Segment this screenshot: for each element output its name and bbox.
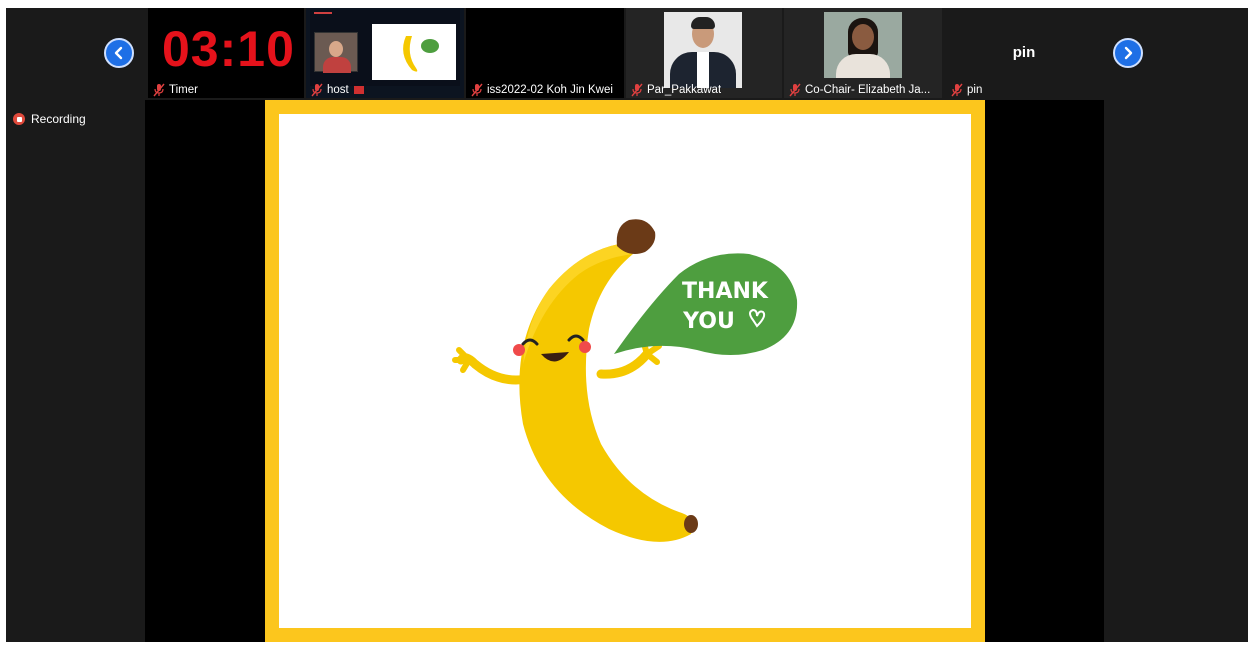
- participant-tile-timer[interactable]: 03:10 Timer: [148, 8, 304, 98]
- participant-name: Timer: [169, 84, 198, 96]
- host-shared-screen: [310, 10, 460, 86]
- host-badge: [353, 86, 364, 94]
- participant-label: Timer: [152, 83, 198, 97]
- participant-name: iss2022-02 Koh Jin Kwei: [487, 84, 613, 96]
- recording-icon: [13, 113, 25, 125]
- mic-muted-icon: [310, 83, 324, 97]
- participant-name: Par_Pakkawat: [647, 84, 722, 96]
- participant-display-name: pin: [1012, 44, 1036, 61]
- participant-tile-co-chair[interactable]: Co-Chair- Elizabeth Ja...: [784, 8, 942, 98]
- participant-label: pin: [950, 83, 982, 97]
- logo-icon: [314, 12, 332, 20]
- participant-video: [664, 12, 742, 88]
- banana-stem: [616, 219, 656, 254]
- participant-tile-pin[interactable]: pin pin: [944, 8, 1104, 98]
- participant-name: pin: [967, 84, 983, 96]
- participant-label: iss2022-02 Koh Jin Kwei: [470, 83, 613, 97]
- speech-bubble: [614, 253, 798, 355]
- banana-left-hand: [452, 347, 472, 373]
- participant-tile-koh-jin-kwei[interactable]: iss2022-02 Koh Jin Kwei: [466, 8, 624, 98]
- mic-muted-icon: [788, 83, 802, 97]
- bubble-line1: THANK: [682, 279, 769, 304]
- participant-label: Par_Pakkawat: [630, 83, 721, 97]
- mic-muted-icon: [152, 83, 166, 97]
- participant-label: Co-Chair- Elizabeth Ja...: [788, 83, 930, 97]
- banana-tip: [684, 515, 698, 533]
- slide-content: THANK YOU: [279, 114, 971, 628]
- participant-tile-pakkawat[interactable]: Par_Pakkawat: [626, 8, 782, 98]
- host-video: [314, 32, 358, 73]
- shared-screen: THANK YOU: [145, 100, 1104, 642]
- mic-muted-icon: [470, 83, 484, 97]
- participant-label: host: [310, 83, 364, 97]
- recording-label: Recording: [31, 112, 86, 126]
- mic-muted-icon: [630, 83, 644, 97]
- timer-display: 03:10: [162, 21, 295, 77]
- participant-strip: 03:10 Timer host iss2022-02 Koh Jin Kwei…: [6, 8, 1248, 100]
- participant-video: [824, 12, 902, 78]
- chevron-right-icon[interactable]: [1113, 38, 1143, 68]
- slide-thumbnail: [372, 24, 456, 80]
- banana-illustration: THANK YOU: [452, 219, 798, 542]
- chevron-right-glyph: [1124, 46, 1133, 60]
- chevron-left-glyph: [114, 46, 123, 60]
- recording-indicator[interactable]: Recording: [13, 112, 86, 126]
- participant-tile-host[interactable]: host: [306, 8, 464, 98]
- bubble-line2: YOU: [682, 309, 735, 334]
- banana-left-cheek: [513, 344, 525, 356]
- participant-name: Co-Chair- Elizabeth Ja...: [805, 84, 931, 96]
- chevron-left-icon[interactable]: [104, 38, 134, 68]
- banana-right-cheek: [579, 341, 591, 353]
- meeting-window: 03:10 Timer host iss2022-02 Koh Jin Kwei…: [6, 8, 1248, 642]
- slide-frame: THANK YOU: [265, 100, 985, 642]
- mic-muted-icon: [950, 83, 964, 97]
- participant-name: host: [327, 84, 349, 96]
- banana-right-arm: [596, 349, 652, 379]
- banana-thumbnail-icon: [403, 36, 439, 72]
